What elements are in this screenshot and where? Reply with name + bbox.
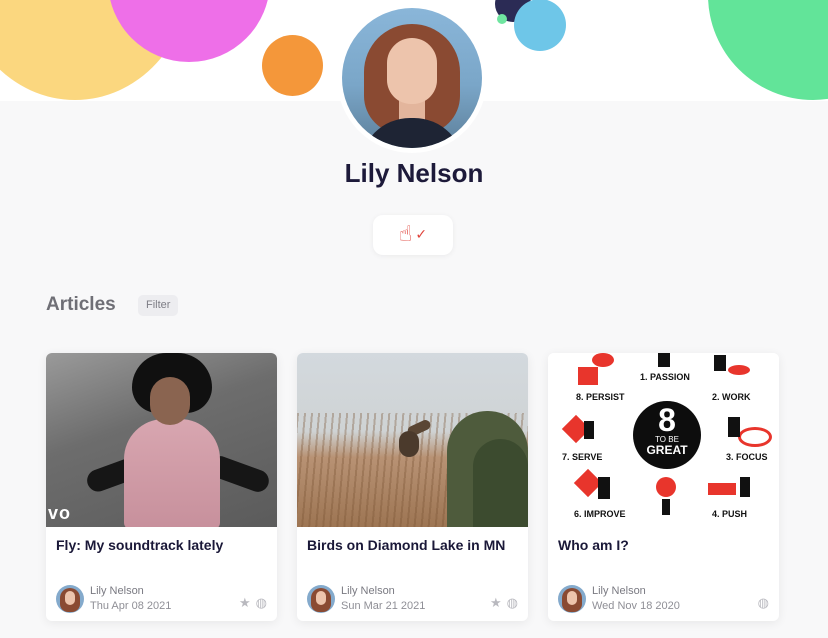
thumbnail-step-label: 1. PASSION xyxy=(640,372,690,382)
article-card[interactable]: Birds on Diamond Lake in MN Lily Nelson … xyxy=(297,353,528,621)
author-avatar[interactable] xyxy=(307,585,335,613)
thumbnail-center-badge: 8 TO BE GREAT xyxy=(633,401,701,469)
thumbnail-step-label: 4. PUSH xyxy=(712,509,748,519)
raised-finger-icon: ☝ xyxy=(398,222,413,247)
decorative-blue-circle xyxy=(514,0,566,51)
thumbnail-step-label: 2. WORK xyxy=(712,392,751,402)
thumbnail-step-label: 3. FOCUS xyxy=(726,452,768,462)
article-thumbnail[interactable]: vo xyxy=(46,353,277,527)
article-thumbnail[interactable] xyxy=(297,353,528,527)
star-icon[interactable]: ★ xyxy=(490,597,502,610)
article-date: Wed Nov 18 2020 xyxy=(592,600,680,612)
thumbnail-watermark: vo xyxy=(48,503,72,523)
author-avatar[interactable] xyxy=(56,585,84,613)
article-meta: Lily Nelson Sun Mar 21 2021 ★ ◍ xyxy=(307,584,518,614)
author-name[interactable]: Lily Nelson xyxy=(341,585,395,597)
author-avatar[interactable] xyxy=(558,585,586,613)
decorative-green-circle xyxy=(708,0,828,100)
article-card[interactable]: vo Fly: My soundtrack lately Lily Nelson… xyxy=(46,353,277,621)
article-thumbnail[interactable]: 8 TO BE GREAT 1. PASSION 2. WORK 3. FOCU… xyxy=(548,353,779,527)
article-date: Sun Mar 21 2021 xyxy=(341,600,426,612)
decorative-orange-circle xyxy=(262,35,323,96)
author-name[interactable]: Lily Nelson xyxy=(90,585,144,597)
article-card[interactable]: 8 TO BE GREAT 1. PASSION 2. WORK 3. FOCU… xyxy=(548,353,779,621)
thumbnail-step-label: 7. SERVE xyxy=(562,452,603,462)
article-meta: Lily Nelson Thu Apr 08 2021 ★ ◍ xyxy=(56,584,267,614)
badge-box[interactable]: ☝ ✓ xyxy=(373,215,453,255)
check-icon: ✓ xyxy=(415,227,428,243)
profile-photo xyxy=(342,8,482,148)
globe-icon: ◍ xyxy=(255,596,267,611)
profile-avatar[interactable] xyxy=(337,3,487,153)
article-title[interactable]: Fly: My soundtrack lately xyxy=(56,537,223,553)
profile-name: Lily Nelson xyxy=(344,158,484,188)
article-title[interactable]: Birds on Diamond Lake in MN xyxy=(307,537,505,553)
article-title[interactable]: Who am I? xyxy=(558,537,629,553)
article-date: Thu Apr 08 2021 xyxy=(90,600,172,612)
globe-icon: ◍ xyxy=(757,596,769,611)
articles-heading: Articles xyxy=(46,294,116,315)
filter-button[interactable]: Filter xyxy=(138,295,179,316)
globe-icon: ◍ xyxy=(506,596,518,611)
decorative-mint-dot xyxy=(497,14,507,24)
article-meta: Lily Nelson Wed Nov 18 2020 ◍ xyxy=(558,584,769,614)
thumbnail-step-label: 6. IMPROVE xyxy=(574,509,626,519)
author-name[interactable]: Lily Nelson xyxy=(592,585,646,597)
thumbnail-step-label: 8. PERSIST xyxy=(576,392,625,402)
star-icon[interactable]: ★ xyxy=(239,597,251,610)
